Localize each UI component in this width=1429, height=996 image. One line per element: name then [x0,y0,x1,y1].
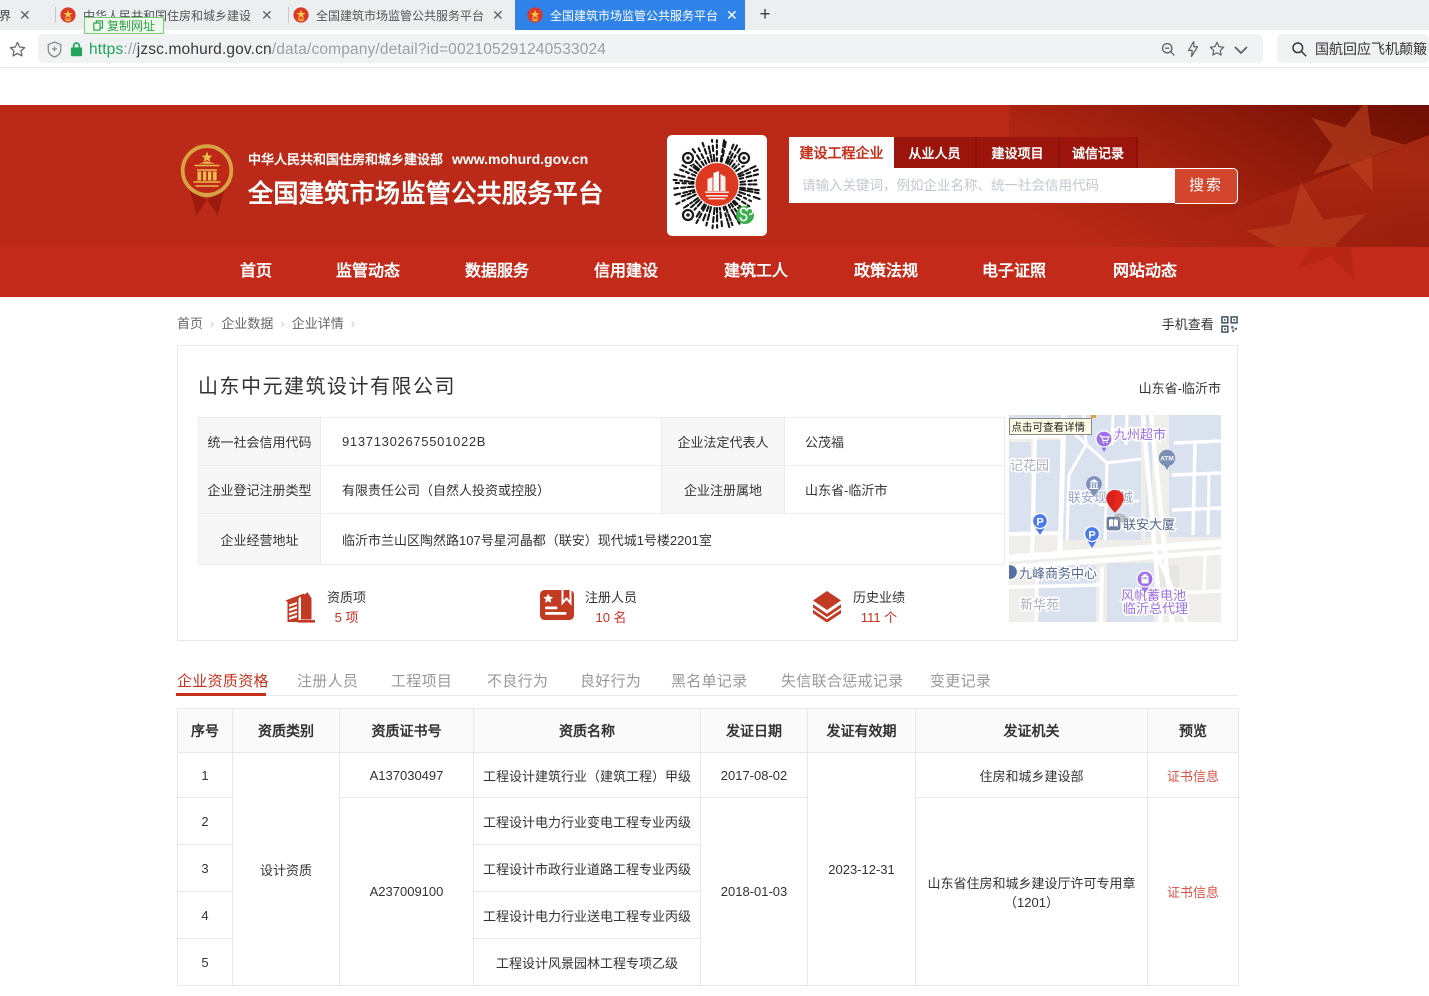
svg-text:点击可查看详情: 点击可查看详情 [1012,421,1086,434]
svg-text:记花园: 记花园 [1010,458,1049,473]
svg-text:九峰商务中心: 九峰商务中心 [1019,566,1097,581]
svg-text:P: P [1036,517,1043,529]
svg-text:ATM: ATM [1160,456,1174,463]
svg-text:新华苑: 新华苑 [1020,597,1059,612]
svg-text:P: P [1088,530,1095,542]
svg-text:临沂总代理: 临沂总代理 [1123,601,1188,616]
svg-text:九州超市: 九州超市 [1114,427,1166,442]
svg-text:联安大厦: 联安大厦 [1123,517,1175,532]
